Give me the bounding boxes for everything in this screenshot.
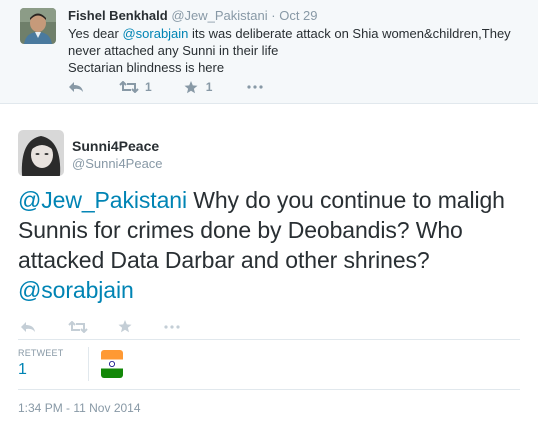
reply-text-line: Sectarian blindness is here [68, 60, 225, 75]
author-name[interactable]: Sunni4Peace [72, 138, 159, 154]
favorite-button[interactable]: 1 [184, 80, 213, 94]
reply-header: Fishel Benkhald @Jew_Pakistani · Oct 29 [68, 8, 318, 23]
retweet-button[interactable] [68, 320, 88, 333]
favorite-count: 1 [205, 80, 213, 94]
reply-actions: 1 1 [68, 80, 263, 94]
mention-link[interactable]: @Jew_Pakistani [18, 187, 187, 213]
tweet-actions [20, 320, 180, 333]
avatar[interactable] [18, 130, 64, 176]
reply-text: Yes dear @sorabjain its was deliberate a… [68, 25, 518, 76]
author-handle[interactable]: @Jew_Pakistani [171, 8, 267, 23]
avatar[interactable] [20, 8, 56, 44]
avatar[interactable] [101, 350, 123, 378]
divider [18, 389, 520, 390]
divider [18, 339, 520, 340]
reply-button[interactable] [20, 321, 36, 333]
mention-link[interactable]: @sorabjain [18, 277, 134, 303]
reply-icon [21, 321, 35, 332]
reply-tweet: Fishel Benkhald @Jew_Pakistani · Oct 29 … [0, 0, 538, 104]
author-name[interactable]: Fishel Benkhald [68, 8, 168, 23]
more-button[interactable] [247, 85, 263, 89]
reply-button[interactable] [68, 81, 84, 93]
retweet-stat-label: RETWEET [18, 348, 64, 358]
more-icon [247, 85, 263, 89]
retweet-icon [68, 320, 88, 333]
reply-icon [69, 82, 83, 92]
tweet-date[interactable]: Oct 29 [279, 8, 317, 23]
stat-separator [88, 347, 89, 381]
favorite-button[interactable] [118, 320, 132, 333]
retweet-icon [119, 81, 139, 93]
more-button[interactable] [164, 324, 180, 329]
separator: · [271, 8, 276, 23]
mention-link[interactable]: @sorabjain [122, 26, 188, 41]
tweet-timestamp[interactable]: 1:34 PM - 11 Nov 2014 [18, 401, 141, 415]
author-handle[interactable]: @Sunni4Peace [72, 156, 163, 171]
retweet-count: 1 [145, 80, 152, 94]
retweet-stat-value[interactable]: 1 [18, 361, 27, 379]
more-icon [164, 324, 180, 329]
star-icon [184, 80, 198, 93]
retweet-button[interactable]: 1 [119, 80, 152, 94]
tweet-text: @Jew_Pakistani Why do you continue to ma… [18, 185, 528, 305]
star-icon [118, 320, 132, 333]
reply-text-part: Yes dear [68, 26, 123, 41]
